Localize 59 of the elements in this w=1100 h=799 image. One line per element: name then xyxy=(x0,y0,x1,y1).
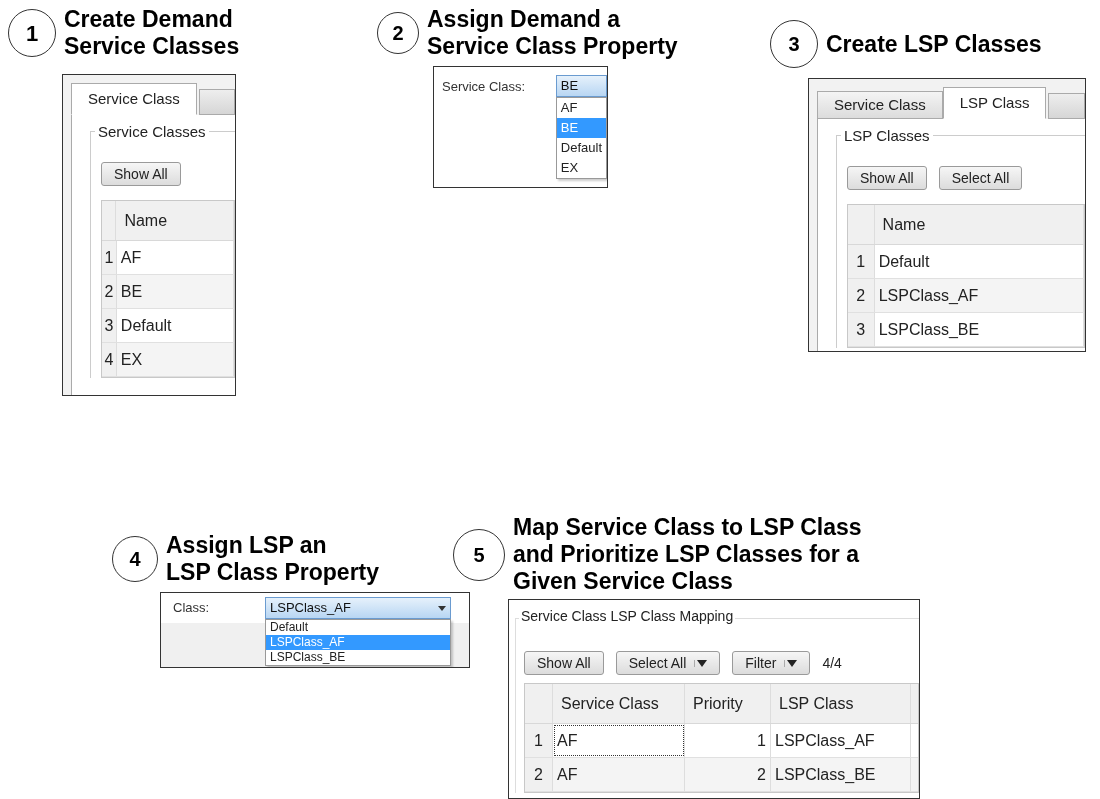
table-cell: LSPClass_AF xyxy=(771,724,911,757)
table-cell: AF xyxy=(553,758,685,791)
step-title: Assign Demand a xyxy=(427,6,622,33)
record-count: 4/4 xyxy=(822,653,842,673)
column-header[interactable]: LSP Class xyxy=(771,684,911,723)
dropdown-option[interactable]: Default xyxy=(556,138,606,158)
caret-icon xyxy=(438,605,446,611)
caret-icon xyxy=(784,659,798,667)
dropdown-option[interactable]: Default xyxy=(266,620,450,635)
dropdown-option[interactable]: EX xyxy=(556,158,606,178)
table-cell: 1 xyxy=(685,724,771,757)
field-label: Service Class: xyxy=(442,78,527,96)
table-cell: BE xyxy=(116,275,234,308)
table-cell: AF xyxy=(116,241,234,274)
table-cell: Default xyxy=(116,309,234,342)
tab[interactable] xyxy=(1048,93,1085,119)
table-cell: 2 xyxy=(685,758,771,791)
row-number: 4 xyxy=(102,343,117,376)
show-all-button[interactable]: Show All xyxy=(101,162,181,186)
step-title: Create Demand xyxy=(64,6,234,33)
column-header[interactable]: Priority xyxy=(685,684,771,723)
step-title: Create LSP Classes xyxy=(826,30,1042,58)
show-all-button[interactable]: Select All xyxy=(938,166,1023,190)
table-cell: Default xyxy=(874,245,1084,278)
select-field[interactable]: LSPClass_AF xyxy=(265,597,451,619)
row-number: 3 xyxy=(102,309,117,342)
dropdown-option[interactable]: AF xyxy=(556,98,606,118)
step-title: LSP Class Property xyxy=(166,559,380,586)
select-field[interactable]: BE xyxy=(555,75,607,97)
step-title: Service Classes xyxy=(64,33,240,60)
row-number: 1 xyxy=(102,241,117,274)
step-title: Assign LSP an xyxy=(166,532,328,559)
row-number: 1 xyxy=(848,245,875,278)
row-number: 2 xyxy=(848,279,875,312)
step-title: and Prioritize LSP Classes for a xyxy=(513,541,861,568)
tab[interactable]: LSP Class xyxy=(942,87,1047,119)
step-title: Service Class Property xyxy=(427,33,678,60)
show-all-button[interactable]: Show All xyxy=(524,651,604,675)
row-number: 2 xyxy=(525,758,553,791)
caret-icon xyxy=(694,659,708,667)
show-all-button[interactable]: Show All xyxy=(847,166,927,190)
step-title: Map Service Class to LSP Class xyxy=(513,514,862,541)
row-number: 2 xyxy=(102,275,117,308)
column-header[interactable]: Service Class xyxy=(553,684,685,723)
split-button[interactable]: Select All xyxy=(615,651,721,675)
step-title: Given Service Class xyxy=(513,568,734,595)
split-button[interactable]: Filter xyxy=(732,651,811,675)
tab[interactable]: Service Class xyxy=(71,83,197,115)
row-number: 3 xyxy=(848,313,875,346)
table-cell: AF xyxy=(553,724,685,757)
table-cell: EX xyxy=(116,343,234,376)
tab[interactable] xyxy=(198,89,235,115)
tab[interactable]: Service Class xyxy=(817,91,943,119)
row-number: 1 xyxy=(525,724,553,757)
table-cell: LSPClass_BE xyxy=(771,758,911,791)
table-cell: LSPClass_BE xyxy=(874,313,1084,346)
dropdown-option[interactable]: LSPClass_BE xyxy=(266,650,450,665)
field-label: Class: xyxy=(173,599,211,618)
table-cell: LSPClass_AF xyxy=(874,279,1084,312)
